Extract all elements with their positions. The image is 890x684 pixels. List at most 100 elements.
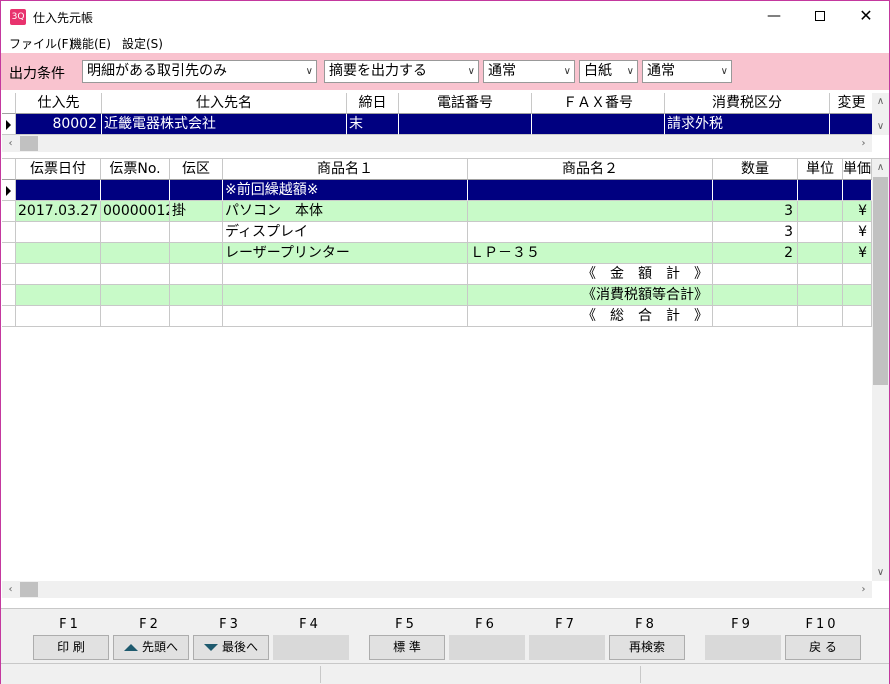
cell-product-name-1[interactable]: ※前回繰越額※ [223, 180, 468, 201]
cell-unit-price[interactable] [843, 264, 872, 285]
scroll-down-icon[interactable]: ∨ [872, 564, 889, 581]
cell-unit[interactable] [798, 285, 843, 306]
table-row[interactable]: 《 総 合 計 》 [2, 306, 872, 327]
cell-quantity[interactable] [713, 306, 798, 327]
close-button[interactable]: ✕ [843, 1, 889, 31]
col-unit-price[interactable]: 単価 [843, 159, 872, 180]
go-last-button[interactable]: 最後へ [193, 635, 269, 660]
cell-unit-price[interactable] [843, 180, 872, 201]
cell-unit[interactable] [798, 264, 843, 285]
cell-unit-price[interactable]: ¥ [843, 243, 872, 264]
cell-slip-type[interactable] [170, 306, 223, 327]
cell-slip-date[interactable] [16, 306, 101, 327]
scroll-right-icon[interactable]: › [855, 581, 872, 598]
ledger-horizontal-scrollbar[interactable]: ‹ › [2, 581, 872, 598]
cell-product-name-1[interactable]: パソコン 本体 [223, 201, 468, 222]
cell-product-name-2[interactable] [468, 222, 713, 243]
paper-select[interactable]: 白紙 ∨ [579, 60, 638, 83]
cell-slip-no[interactable] [101, 306, 170, 327]
maximize-button[interactable] [797, 1, 843, 31]
cell-slip-date[interactable] [16, 180, 101, 201]
cell-product-name-1[interactable] [223, 306, 468, 327]
cell-unit[interactable] [798, 201, 843, 222]
cell-change[interactable] [830, 114, 874, 135]
cell-product-name-2[interactable]: 《 総 合 計 》 [468, 306, 713, 327]
col-quantity[interactable]: 数量 [713, 159, 798, 180]
supplier-horizontal-scrollbar[interactable]: ‹ › [2, 135, 872, 152]
print-button[interactable]: 印 刷 [33, 635, 109, 660]
table-row[interactable]: 2017.03.27 00000012 掛 パソコン 本体 3 ¥ [2, 201, 872, 222]
supplier-vertical-scrollbar[interactable]: ∧ ∨ [872, 93, 889, 135]
summary-output-select[interactable]: 摘要を出力する ∨ [324, 60, 479, 83]
table-row[interactable]: レーザープリンター ＬＰ－３５ 2 ¥ [2, 243, 872, 264]
mode-select[interactable]: 通常 ∨ [483, 60, 575, 83]
cell-quantity[interactable]: 2 [713, 243, 798, 264]
minimize-button[interactable]: — [751, 1, 797, 31]
cell-supplier-code[interactable]: 80002 [16, 114, 102, 135]
cell-quantity[interactable] [713, 285, 798, 306]
cell-slip-date[interactable] [16, 264, 101, 285]
go-first-button[interactable]: 先頭へ [113, 635, 189, 660]
back-button[interactable]: 戻 る [785, 635, 861, 660]
cell-quantity[interactable]: 3 [713, 222, 798, 243]
col-product-name-2[interactable]: 商品名２ [468, 159, 713, 180]
col-slip-type[interactable]: 伝区 [170, 159, 223, 180]
cell-slip-no[interactable] [101, 222, 170, 243]
cell-product-name-2[interactable] [468, 201, 713, 222]
table-row[interactable]: 《 金 額 計 》 [2, 264, 872, 285]
cell-quantity[interactable]: 3 [713, 201, 798, 222]
cell-product-name-1[interactable] [223, 285, 468, 306]
col-unit[interactable]: 単位 [798, 159, 843, 180]
col-change[interactable]: 変更 [830, 93, 874, 114]
cell-slip-type[interactable]: 掛 [170, 201, 223, 222]
cell-tax-class[interactable]: 請求外税 [665, 114, 830, 135]
scroll-left-icon[interactable]: ‹ [2, 135, 19, 152]
col-supplier-name[interactable]: 仕入先名 [102, 93, 347, 114]
cell-closing-day[interactable]: 末 [347, 114, 399, 135]
col-fax[interactable]: ＦＡＸ番号 [532, 93, 665, 114]
menu-function[interactable]: 機能(E) [70, 35, 111, 52]
f7-button[interactable] [529, 635, 605, 660]
cell-slip-type[interactable] [170, 222, 223, 243]
table-row[interactable]: ディスプレイ 3 ¥ [2, 222, 872, 243]
menu-file[interactable]: ファイル(F) [9, 35, 73, 52]
col-closing-day[interactable]: 締日 [347, 93, 399, 114]
standard-button[interactable]: 標 準 [369, 635, 445, 660]
cell-slip-type[interactable] [170, 264, 223, 285]
scroll-down-icon[interactable]: ∨ [872, 118, 889, 135]
cell-unit-price[interactable] [843, 306, 872, 327]
col-phone[interactable]: 電話番号 [399, 93, 532, 114]
scroll-thumb[interactable] [20, 582, 38, 597]
cell-product-name-2[interactable]: ＬＰ－３５ [468, 243, 713, 264]
cell-slip-no[interactable] [101, 285, 170, 306]
scroll-thumb[interactable] [20, 136, 38, 151]
cell-slip-type[interactable] [170, 180, 223, 201]
cell-quantity[interactable] [713, 180, 798, 201]
cell-fax[interactable] [532, 114, 665, 135]
cell-slip-no[interactable] [101, 243, 170, 264]
cell-slip-type[interactable] [170, 285, 223, 306]
f9-button[interactable] [705, 635, 781, 660]
cell-slip-no[interactable]: 00000012 [101, 201, 170, 222]
cell-unit[interactable] [798, 180, 843, 201]
cell-slip-date[interactable]: 2017.03.27 [16, 201, 101, 222]
scroll-thumb[interactable] [873, 177, 888, 385]
f4-button[interactable] [273, 635, 349, 660]
menu-settings[interactable]: 設定(S) [122, 35, 163, 52]
cell-unit[interactable] [798, 306, 843, 327]
cell-supplier-name[interactable]: 近畿電器株式会社 [102, 114, 347, 135]
table-row[interactable]: 80002 近畿電器株式会社 末 請求外税 [2, 114, 874, 135]
table-row[interactable]: 《消費税額等合計》 [2, 285, 872, 306]
cell-product-name-2[interactable] [468, 180, 713, 201]
col-slip-date[interactable]: 伝票日付 [16, 159, 101, 180]
table-row[interactable]: ※前回繰越額※ [2, 180, 872, 201]
scroll-up-icon[interactable]: ∧ [872, 93, 889, 110]
scroll-up-icon[interactable]: ∧ [872, 159, 889, 176]
cell-slip-type[interactable] [170, 243, 223, 264]
cell-product-name-1[interactable]: ディスプレイ [223, 222, 468, 243]
cell-product-name-2[interactable]: 《消費税額等合計》 [468, 285, 713, 306]
cell-unit-price[interactable] [843, 285, 872, 306]
cell-slip-no[interactable] [101, 264, 170, 285]
research-button[interactable]: 再検索 [609, 635, 685, 660]
cell-unit[interactable] [798, 243, 843, 264]
